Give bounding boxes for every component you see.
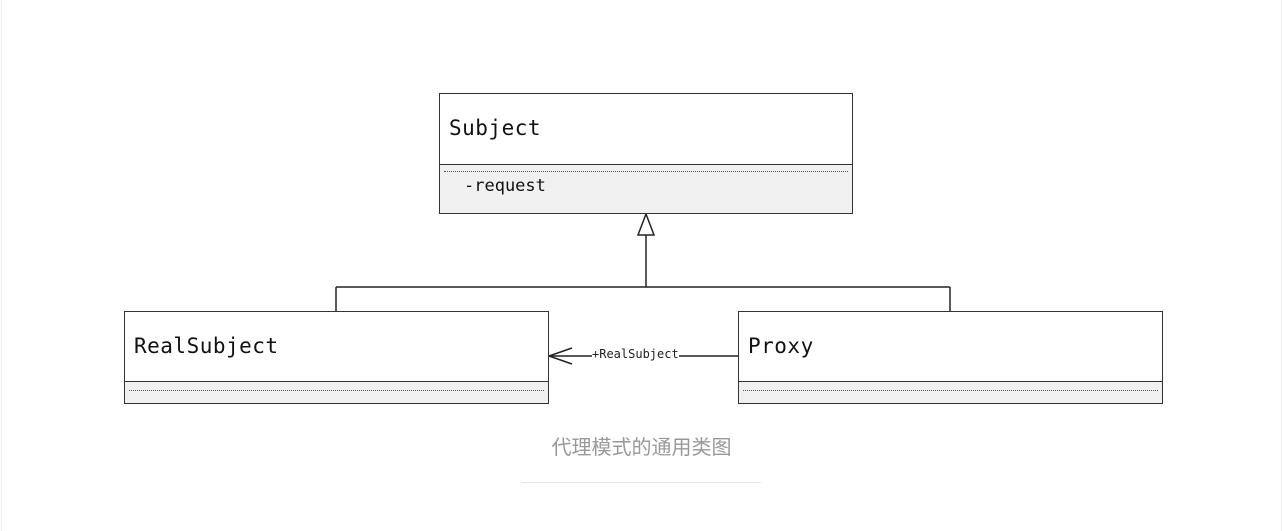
caption-divider: [521, 482, 761, 483]
class-realsubject: RealSubject: [124, 311, 549, 404]
operations-compartment: [125, 381, 548, 403]
class-proxy: Proxy: [738, 311, 1163, 404]
class-name: Proxy: [748, 334, 814, 358]
figure-caption: 代理模式的通用类图: [551, 435, 732, 459]
operation: -request: [464, 176, 546, 196]
operations-compartment: -request: [440, 164, 852, 213]
association-label: +RealSubject: [592, 347, 679, 361]
divider: [743, 390, 1158, 391]
operations-compartment: [739, 381, 1162, 403]
class-name: Subject: [449, 116, 542, 140]
divider: [444, 171, 848, 172]
inheritance-triangle-icon: [636, 211, 656, 236]
class-subject: Subject -request: [439, 93, 853, 214]
divider: [129, 390, 544, 391]
class-name: RealSubject: [134, 334, 279, 358]
